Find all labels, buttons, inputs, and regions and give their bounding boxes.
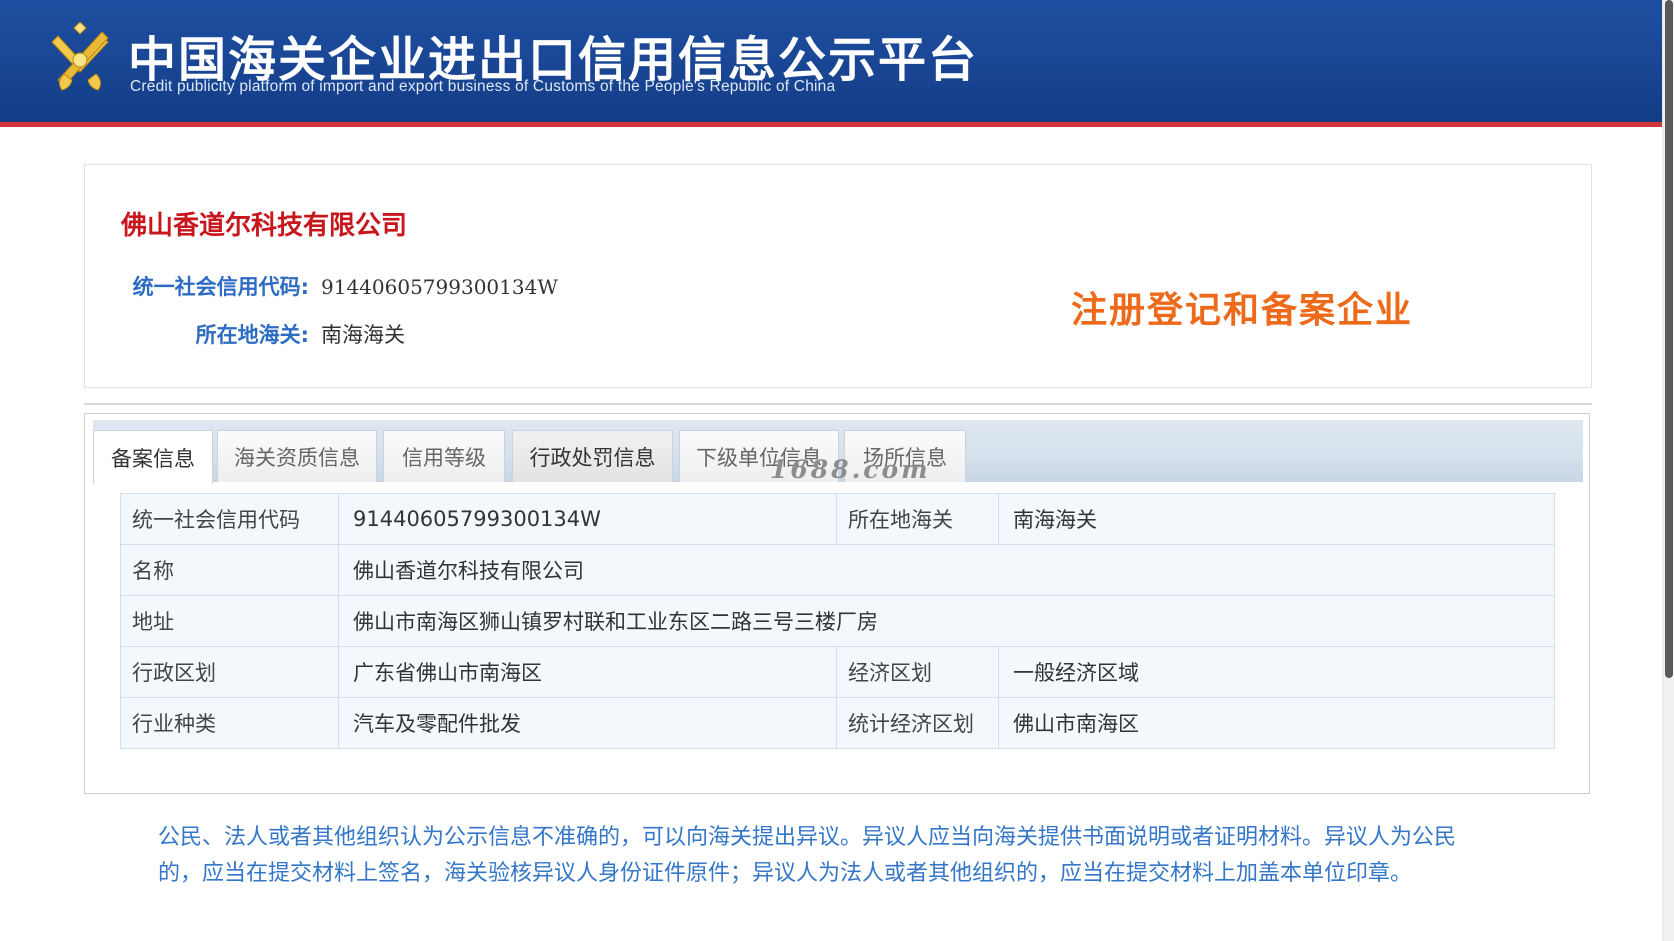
table-row: 名称 佛山香道尔科技有限公司 xyxy=(120,544,1555,596)
company-summary-card: 佛山香道尔科技有限公司 统一社会信用代码: 91440605799300134W… xyxy=(84,164,1592,388)
stat-region-key: 统计经济区划 xyxy=(836,697,999,749)
credit-code-label: 统一社会信用代码: xyxy=(132,275,309,299)
table-row: 统一社会信用代码 91440605799300134W 所在地海关 南海海关 xyxy=(120,493,1555,545)
address-key: 地址 xyxy=(120,595,339,647)
name-key: 名称 xyxy=(120,544,339,596)
registration-status-stamp: 注册登记和备案企业 xyxy=(1071,290,1414,331)
customs-key: 所在地海关 xyxy=(836,493,999,545)
customs-row: 所在地海关: 南海海关 xyxy=(85,319,405,349)
vertical-scrollbar[interactable] xyxy=(1662,0,1674,941)
watermark-text: 1688.com xyxy=(770,455,931,484)
table-row: 行业种类 汽车及零配件批发 统计经济区划 佛山市南海区 xyxy=(120,697,1555,749)
scrollbar-thumb[interactable] xyxy=(1665,0,1673,678)
econ-region-cell: 一般经济区域 xyxy=(998,646,1555,698)
table-row: 行政区划 广东省佛山市南海区 经济区划 一般经济区域 xyxy=(120,646,1555,698)
divider xyxy=(84,403,1592,405)
customs-emblem-icon xyxy=(44,21,116,96)
credit-code-row: 统一社会信用代码: 91440605799300134W xyxy=(85,271,558,301)
credit-code-cell: 91440605799300134W xyxy=(338,493,837,545)
company-name: 佛山香道尔科技有限公司 xyxy=(121,211,408,241)
econ-region-key: 经济区划 xyxy=(836,646,999,698)
tab-administrative-penalty[interactable]: 行政处罚信息 xyxy=(512,430,673,482)
industry-key: 行业种类 xyxy=(120,697,339,749)
credit-code-key: 统一社会信用代码 xyxy=(120,493,339,545)
filing-detail-table: 统一社会信用代码 91440605799300134W 所在地海关 南海海关 名… xyxy=(120,493,1555,749)
admin-region-cell: 广东省佛山市南海区 xyxy=(338,646,837,698)
table-row: 地址 佛山市南海区狮山镇罗村联和工业东区二路三号三楼厂房 xyxy=(120,595,1555,647)
credit-code-value: 91440605799300134W xyxy=(321,275,558,299)
tab-filing-info[interactable]: 备案信息 xyxy=(93,430,213,484)
industry-cell: 汽车及零配件批发 xyxy=(338,697,837,749)
customs-label: 所在地海关: xyxy=(195,323,309,347)
site-header: 中国海关企业进出口信用信息公示平台 Credit publicity platf… xyxy=(0,0,1674,127)
stat-region-cell: 佛山市南海区 xyxy=(998,697,1555,749)
site-subtitle: Credit publicity platform of import and … xyxy=(130,78,836,95)
customs-value: 南海海关 xyxy=(321,323,405,347)
customs-cell: 南海海关 xyxy=(998,493,1555,545)
name-cell: 佛山香道尔科技有限公司 xyxy=(338,544,1555,596)
objection-notice: 公民、法人或者其他组织认为公示信息不准确的，可以向海关提出异议。异议人应当向海关… xyxy=(158,825,1457,886)
tab-credit-rating[interactable]: 信用等级 xyxy=(383,430,505,482)
tab-customs-qualification[interactable]: 海关资质信息 xyxy=(217,430,377,482)
address-cell: 佛山市南海区狮山镇罗村联和工业东区二路三号三楼厂房 xyxy=(338,595,1555,647)
admin-region-key: 行政区划 xyxy=(120,646,339,698)
